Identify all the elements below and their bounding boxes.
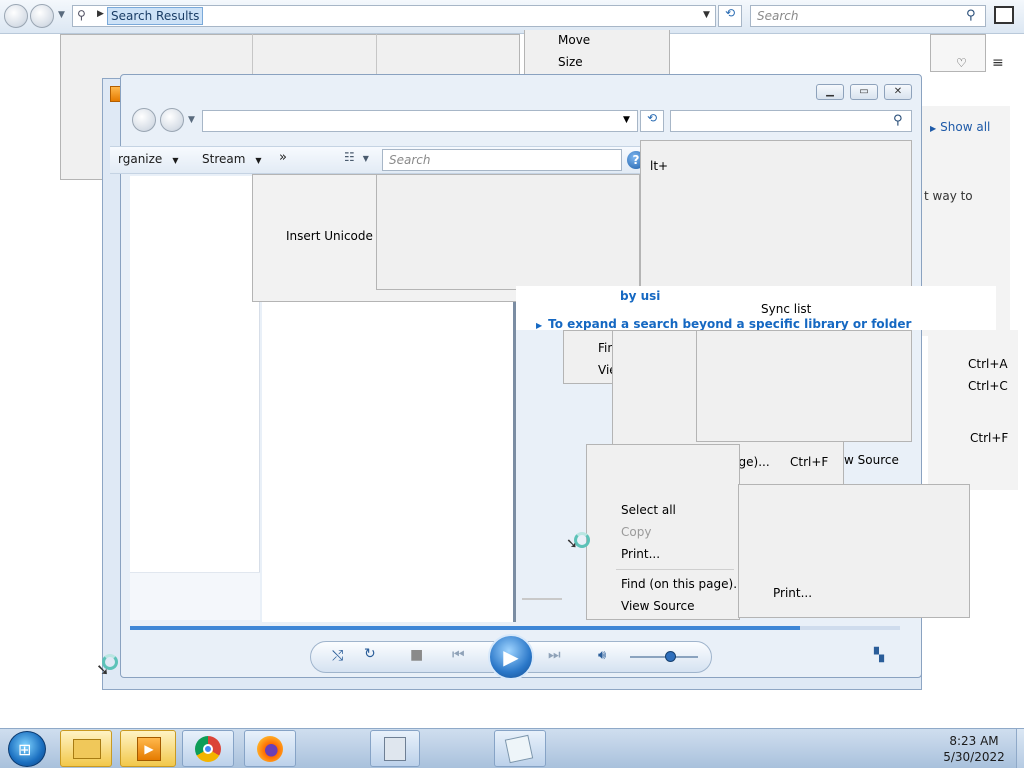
address-dropdown-icon[interactable]: ▼: [703, 10, 710, 20]
organize-dropdown-icon: ▼: [172, 156, 179, 165]
expand-arrow-icon: ▶: [536, 321, 543, 330]
taskbar-media-player-button[interactable]: ▶: [120, 730, 176, 767]
view-options-icon[interactable]: ☷ ▼: [344, 150, 369, 164]
menu-item-size[interactable]: Size: [558, 55, 583, 69]
shuffle-icon[interactable]: ⤭: [332, 648, 343, 664]
shortcut-fragment: lt+: [650, 159, 669, 173]
repeat-icon[interactable]: ↻: [364, 646, 376, 662]
mouse-pointer-icon: ➘: [96, 660, 110, 679]
refresh-button[interactable]: ⟲: [718, 5, 742, 27]
address-value[interactable]: Search Results: [107, 7, 204, 25]
stop-icon[interactable]: ■: [410, 647, 423, 663]
nav-pane-footer: [130, 572, 260, 620]
page-context-menu: [586, 444, 740, 620]
organize-menu[interactable]: rganize ▼: [118, 152, 178, 166]
menu-item-view-source-fragment[interactable]: w Source: [844, 453, 899, 467]
notepad-icon: [504, 734, 534, 764]
seek-bar-fill: [130, 626, 800, 630]
wmp-search-input[interactable]: Search: [382, 149, 622, 171]
menu-item-move[interactable]: Move: [558, 33, 590, 47]
sync-list-tab[interactable]: Sync list: [761, 302, 811, 316]
ghost-menu-panel: [696, 330, 912, 442]
pocket-icon[interactable]: ♡: [956, 56, 967, 70]
clock-date: 5/30/2022: [943, 750, 1005, 764]
next-icon[interactable]: ⏭: [548, 647, 561, 663]
wmp-address-dropdown-icon[interactable]: ▼: [623, 115, 630, 125]
play-button[interactable]: ▶: [488, 634, 534, 680]
wmp-history-dropdown-icon[interactable]: ▼: [188, 115, 195, 125]
menu-item-view-source[interactable]: View Source: [621, 599, 695, 613]
wmp-forward-button[interactable]: [160, 108, 184, 132]
menu-item-copy: Copy: [621, 525, 652, 539]
wmp-refresh-button[interactable]: ⟲: [640, 110, 664, 132]
volume-slider-track[interactable]: [630, 656, 698, 658]
chrome-icon-center: [203, 744, 213, 754]
divider-line: [522, 598, 562, 600]
menu-item-select-all[interactable]: Select all: [621, 503, 676, 517]
minimize-button[interactable]: ▁: [816, 84, 844, 100]
view-options-dropdown-icon: ▼: [362, 154, 369, 163]
system-context-menu: [524, 30, 670, 78]
clock-time: 8:23 AM: [949, 734, 999, 748]
recent-pages-dropdown-icon[interactable]: ▼: [58, 10, 65, 20]
search-icon[interactable]: ⚲: [966, 8, 976, 23]
mute-icon[interactable]: 🔊︎: [598, 648, 606, 663]
help-text-fragment: t way to: [924, 189, 973, 203]
wmp-back-button[interactable]: [132, 108, 156, 132]
shortcut-ctrl-a: Ctrl+A: [968, 357, 1008, 371]
maximize-button[interactable]: ▭: [850, 84, 878, 100]
calculator-icon: [384, 737, 406, 761]
wmp-navigation-pane: [130, 176, 260, 620]
menu-hamburger-icon[interactable]: ≡: [992, 55, 1004, 71]
more-commands-button[interactable]: »: [279, 150, 287, 165]
close-button[interactable]: ✕: [884, 84, 912, 100]
shortcut-ctrl-f: Ctrl+F: [970, 431, 1009, 445]
restore-window-icon[interactable]: [994, 6, 1014, 24]
taskbar-notepad-button[interactable]: [494, 730, 546, 767]
menu-item-find-on-page-lower[interactable]: Find (on this page)...: [621, 577, 745, 591]
expand-arrow-icon: ▶: [930, 124, 937, 133]
breadcrumb-chevron-icon[interactable]: ▶: [97, 9, 104, 19]
address-bar[interactable]: ⚲ ▶ Search Results ▼: [72, 5, 716, 27]
explorer-search-input[interactable]: Search: [750, 5, 986, 27]
previous-icon[interactable]: ⏮: [452, 647, 465, 663]
menu-item-print-right[interactable]: Print...: [773, 586, 812, 600]
expand-search-link[interactable]: ▶ To expand a search beyond a specific li…: [536, 317, 911, 331]
wmp-nav-search-input[interactable]: ⚲: [670, 110, 912, 132]
forward-button[interactable]: [30, 4, 54, 28]
search-results-icon: ⚲: [77, 8, 86, 22]
system-clock[interactable]: 8:23 AM 5/30/2022: [934, 733, 1014, 765]
stream-dropdown-icon: ▼: [255, 156, 262, 165]
wmp-address-bar[interactable]: ▼: [202, 110, 638, 132]
shortcut-find: Ctrl+F: [790, 455, 829, 469]
folder-icon: [73, 739, 101, 759]
taskbar-firefox-button[interactable]: [244, 730, 296, 767]
mouse-pointer-icon: ➘: [566, 536, 578, 552]
show-desktop-button[interactable]: [1016, 729, 1024, 768]
media-player-icon: ▶: [137, 737, 161, 761]
menu-item-insert-unicode[interactable]: Insert Unicode co: [286, 229, 391, 243]
show-all-link[interactable]: ▶ Show all: [930, 120, 990, 134]
search-icon[interactable]: ⚲: [893, 113, 903, 128]
volume-slider-thumb[interactable]: [665, 651, 676, 662]
menu-separator: [616, 569, 734, 570]
browser-menu-fragment: [928, 330, 1018, 490]
windows-logo-icon: ⊞: [18, 740, 32, 759]
back-button[interactable]: [4, 4, 28, 28]
firefox-icon: [257, 736, 283, 762]
ghost-menu-panel: [376, 174, 640, 290]
ghost-menu-panel: [640, 140, 912, 290]
shortcut-ctrl-c: Ctrl+C: [968, 379, 1008, 393]
help-link-fragment[interactable]: by usi: [620, 289, 660, 303]
menu-item-print[interactable]: Print...: [621, 547, 660, 561]
taskbar-chrome-button[interactable]: [182, 730, 234, 767]
taskbar-calculator-button[interactable]: [370, 730, 420, 767]
taskbar-explorer-button[interactable]: [60, 730, 112, 767]
switch-to-now-playing-icon[interactable]: ▚: [874, 648, 884, 663]
explorer-navigation-bar: ▼ ⚲ ▶ Search Results ▼ ⟲ Search ⚲: [0, 0, 1024, 34]
stream-menu[interactable]: Stream ▼: [202, 152, 262, 166]
